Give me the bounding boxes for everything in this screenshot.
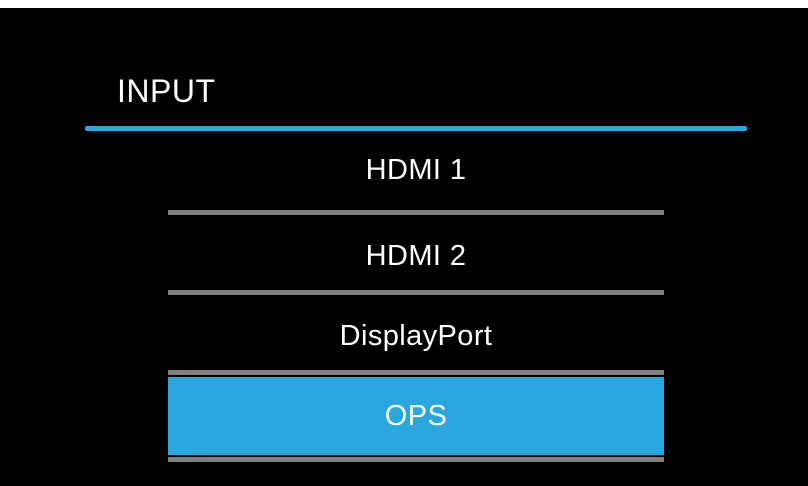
item-divider <box>168 457 664 462</box>
menu-item-label: HDMI 1 <box>365 154 467 186</box>
title-divider <box>85 126 747 131</box>
menu-item-displayport[interactable]: DisplayPort <box>168 300 664 372</box>
menu-item-label: OPS <box>384 400 448 432</box>
item-divider <box>168 290 664 295</box>
menu-item-hdmi2[interactable]: HDMI 2 <box>168 220 664 292</box>
menu-item-hdmi1[interactable]: HDMI 1 <box>168 134 664 206</box>
menu-title: INPUT <box>117 73 216 109</box>
menu-item-label: HDMI 2 <box>365 240 467 272</box>
osd-screen: INPUT HDMI 1 HDMI 2 DisplayPort OPS <box>0 8 808 486</box>
item-divider <box>168 210 664 215</box>
menu-item-ops[interactable]: OPS <box>168 377 664 455</box>
menu-item-label: DisplayPort <box>339 320 493 352</box>
item-divider <box>168 370 664 375</box>
